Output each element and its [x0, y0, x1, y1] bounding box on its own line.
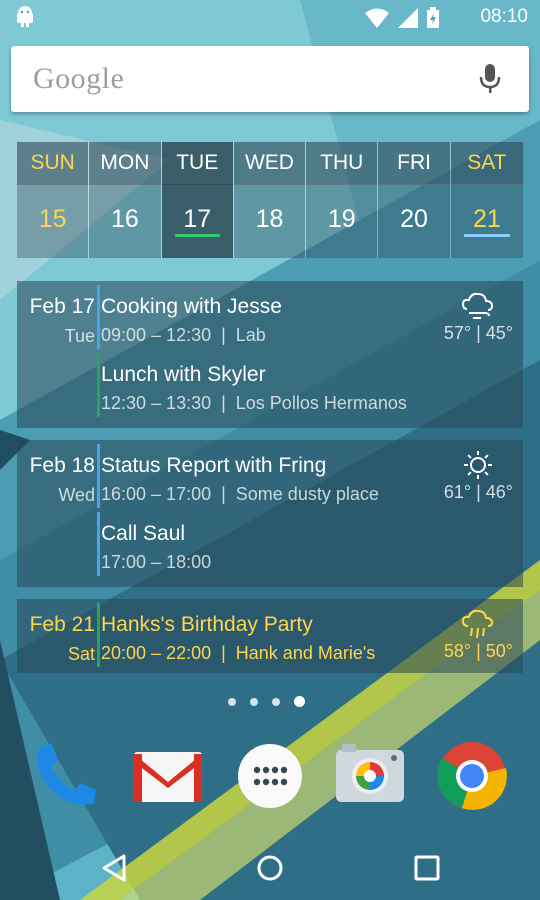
event-time-location: 12:30 – 13:30 | Los Pollos Hermanos — [101, 393, 407, 413]
weather-forecast: 57° | 45° — [444, 291, 513, 344]
day-column-sat[interactable]: SAT 21 — [450, 142, 523, 258]
event-time-location: 16:00 – 17:00 | Some dusty place — [101, 484, 379, 504]
google-search-bar[interactable]: Google — [11, 46, 529, 112]
battery-icon — [427, 7, 439, 28]
cloud-wind-icon — [461, 292, 494, 319]
app-drawer-icon[interactable] — [232, 738, 308, 814]
event-time-location: 17:00 – 18:00 — [101, 552, 212, 572]
back-icon[interactable] — [96, 848, 136, 888]
day-number: 18 — [233, 184, 306, 258]
event-indicator — [463, 234, 510, 237]
event-color-bar — [97, 444, 100, 508]
weather-temps: 61° | 46° — [443, 482, 513, 502]
agenda-day-card[interactable]: Feb 21 Sat Hanks's Birthday Party 20:00 – 2… — [17, 599, 523, 673]
day-name: WED — [233, 142, 306, 185]
event-item[interactable]: Status Report with Fring 16:00 – 17:00 | … — [97, 444, 401, 508]
day-name: SAT — [450, 142, 523, 185]
agenda-weekday: Sat — [67, 644, 95, 664]
event-color-bar — [97, 603, 100, 667]
page-dot-active[interactable] — [294, 696, 305, 707]
agenda-weekday: Tue — [64, 326, 95, 346]
wifi-icon — [365, 8, 389, 28]
day-number: 17 — [161, 184, 233, 258]
weather-temps: 57° | 45° — [443, 323, 513, 343]
clock: 08:10 — [480, 6, 528, 27]
day-column-tue[interactable]: TUE 17 — [161, 142, 234, 258]
gmail-icon[interactable] — [130, 738, 206, 814]
event-time-location: 20:00 – 22:00 | Hank and Marie's — [101, 643, 376, 663]
event-item[interactable]: Lunch with Skyler 12:30 – 13:30 | Los Pol… — [97, 353, 407, 417]
week-calendar-widget: SUN 15 MON 16 TUE 17 WED 18 THU 19 FRI 20 SAT 21 — [17, 142, 523, 258]
page-dot[interactable] — [250, 697, 258, 706]
day-number: 20 — [378, 184, 450, 258]
day-column-mon[interactable]: MON 16 — [89, 142, 162, 258]
today-indicator — [174, 234, 220, 237]
phone-icon[interactable] — [26, 738, 102, 814]
home-icon[interactable] — [250, 848, 290, 888]
day-column-wed[interactable]: WED 18 — [233, 142, 307, 258]
rain-cloud-icon — [461, 609, 494, 639]
page-dot[interactable] — [228, 697, 236, 706]
signal-icon — [398, 8, 418, 28]
event-color-bar — [97, 512, 100, 576]
status-bar: 08:10 — [0, 0, 540, 36]
navigation-bar — [0, 830, 540, 900]
recents-icon[interactable] — [407, 848, 447, 888]
agenda-date: Feb 17 — [29, 295, 95, 318]
weather-forecast: 61° | 46° — [444, 450, 513, 503]
day-number: 16 — [89, 184, 161, 258]
event-title: Lunch with Skyler — [101, 363, 266, 386]
agenda-day-card[interactable]: Feb 17 Tue Cooking with Jesse 09:00 – 12:30… — [17, 281, 523, 428]
weather-forecast: 58° | 50° — [444, 609, 513, 662]
page-indicator — [228, 696, 305, 707]
event-title: Hanks's Birthday Party — [101, 613, 313, 636]
android-notification-icon — [17, 6, 33, 27]
microphone-icon[interactable] — [479, 64, 501, 94]
event-item[interactable]: Hanks's Birthday Party 20:00 – 22:00 | Ha… — [97, 603, 401, 667]
agenda-day-card[interactable]: Feb 18 Wed Status Report with Fring 16:00 –… — [17, 440, 523, 587]
sun-icon — [464, 451, 492, 479]
day-number: 15 — [17, 184, 89, 258]
agenda-weekday: Wed — [58, 485, 95, 505]
page-dot[interactable] — [272, 697, 280, 706]
event-color-bar — [97, 353, 100, 417]
camera-icon[interactable] — [332, 738, 408, 814]
day-name: MON — [89, 142, 161, 185]
event-title: Call Saul — [101, 522, 186, 545]
day-number: 19 — [306, 184, 378, 258]
weather-temps: 58° | 50° — [443, 641, 513, 661]
event-color-bar — [97, 285, 100, 349]
day-column-fri[interactable]: FRI 20 — [378, 142, 451, 258]
day-name: FRI — [378, 142, 450, 185]
day-column-sun[interactable]: SUN 15 — [17, 142, 90, 258]
google-logo: Google — [33, 62, 125, 95]
day-name: THU — [306, 142, 378, 185]
event-title: Cooking with Jesse — [101, 295, 282, 318]
day-name: TUE — [161, 142, 233, 185]
agenda-date: Feb 18 — [29, 454, 95, 477]
chrome-icon[interactable] — [434, 738, 510, 814]
event-item[interactable]: Cooking with Jesse 09:00 – 12:30 | Lab — [97, 285, 401, 349]
event-time-location: 09:00 – 12:30 | Lab — [101, 325, 266, 345]
day-number: 21 — [450, 184, 523, 258]
event-item[interactable]: Call Saul 17:00 – 18:00 — [97, 512, 401, 576]
event-title: Status Report with Fring — [101, 454, 327, 477]
day-name: SUN — [17, 142, 89, 185]
agenda-date: Feb 21 — [29, 613, 95, 636]
day-column-thu[interactable]: THU 19 — [306, 142, 379, 258]
